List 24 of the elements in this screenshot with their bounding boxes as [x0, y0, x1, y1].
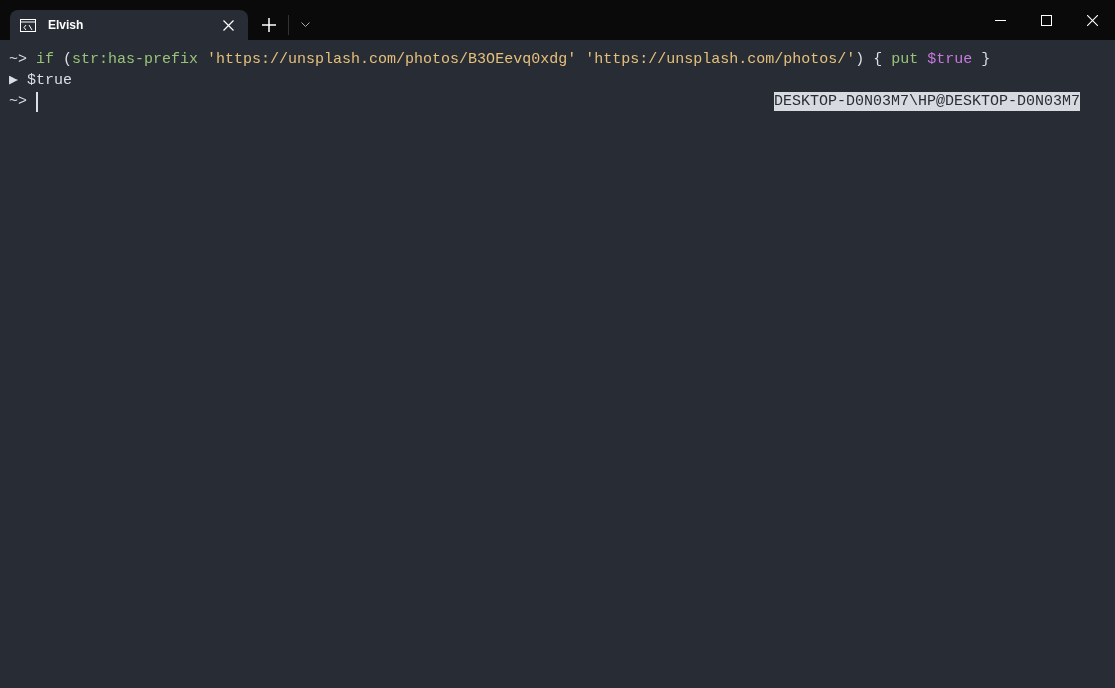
code-text: (	[63, 50, 73, 70]
prompt-symbol: ▶	[9, 71, 19, 91]
maximize-icon	[1040, 14, 1052, 26]
command-name: put	[891, 50, 919, 70]
terminal-tab[interactable]: Elvish	[10, 10, 248, 40]
code-text: $true	[27, 71, 73, 91]
chevron-down-icon	[301, 22, 310, 28]
code-text: {	[873, 50, 883, 70]
code-text: }	[981, 50, 991, 70]
code-text: )	[855, 50, 865, 70]
terminal-icon	[20, 18, 36, 32]
close-icon	[223, 19, 234, 31]
string-literal: 'https://unsplash.com/photos/B3OEevq0xdg'	[207, 50, 577, 70]
right-prompt: DESKTOP-D0N03M7\HP@DESKTOP-D0N03M7	[773, 92, 1080, 111]
prompt-symbol: ~>	[9, 50, 27, 70]
variable: $true	[927, 50, 973, 70]
prompt-symbol: ~>	[9, 92, 27, 112]
command-name: str:has-prefix	[72, 50, 199, 70]
minimize-icon	[994, 19, 1006, 21]
string-literal: 'https://unsplash.com/photos/'	[585, 50, 856, 70]
keyword: if	[36, 50, 55, 70]
close-icon	[1086, 14, 1098, 26]
tab-title: Elvish	[48, 18, 85, 32]
plus-icon	[262, 18, 276, 32]
